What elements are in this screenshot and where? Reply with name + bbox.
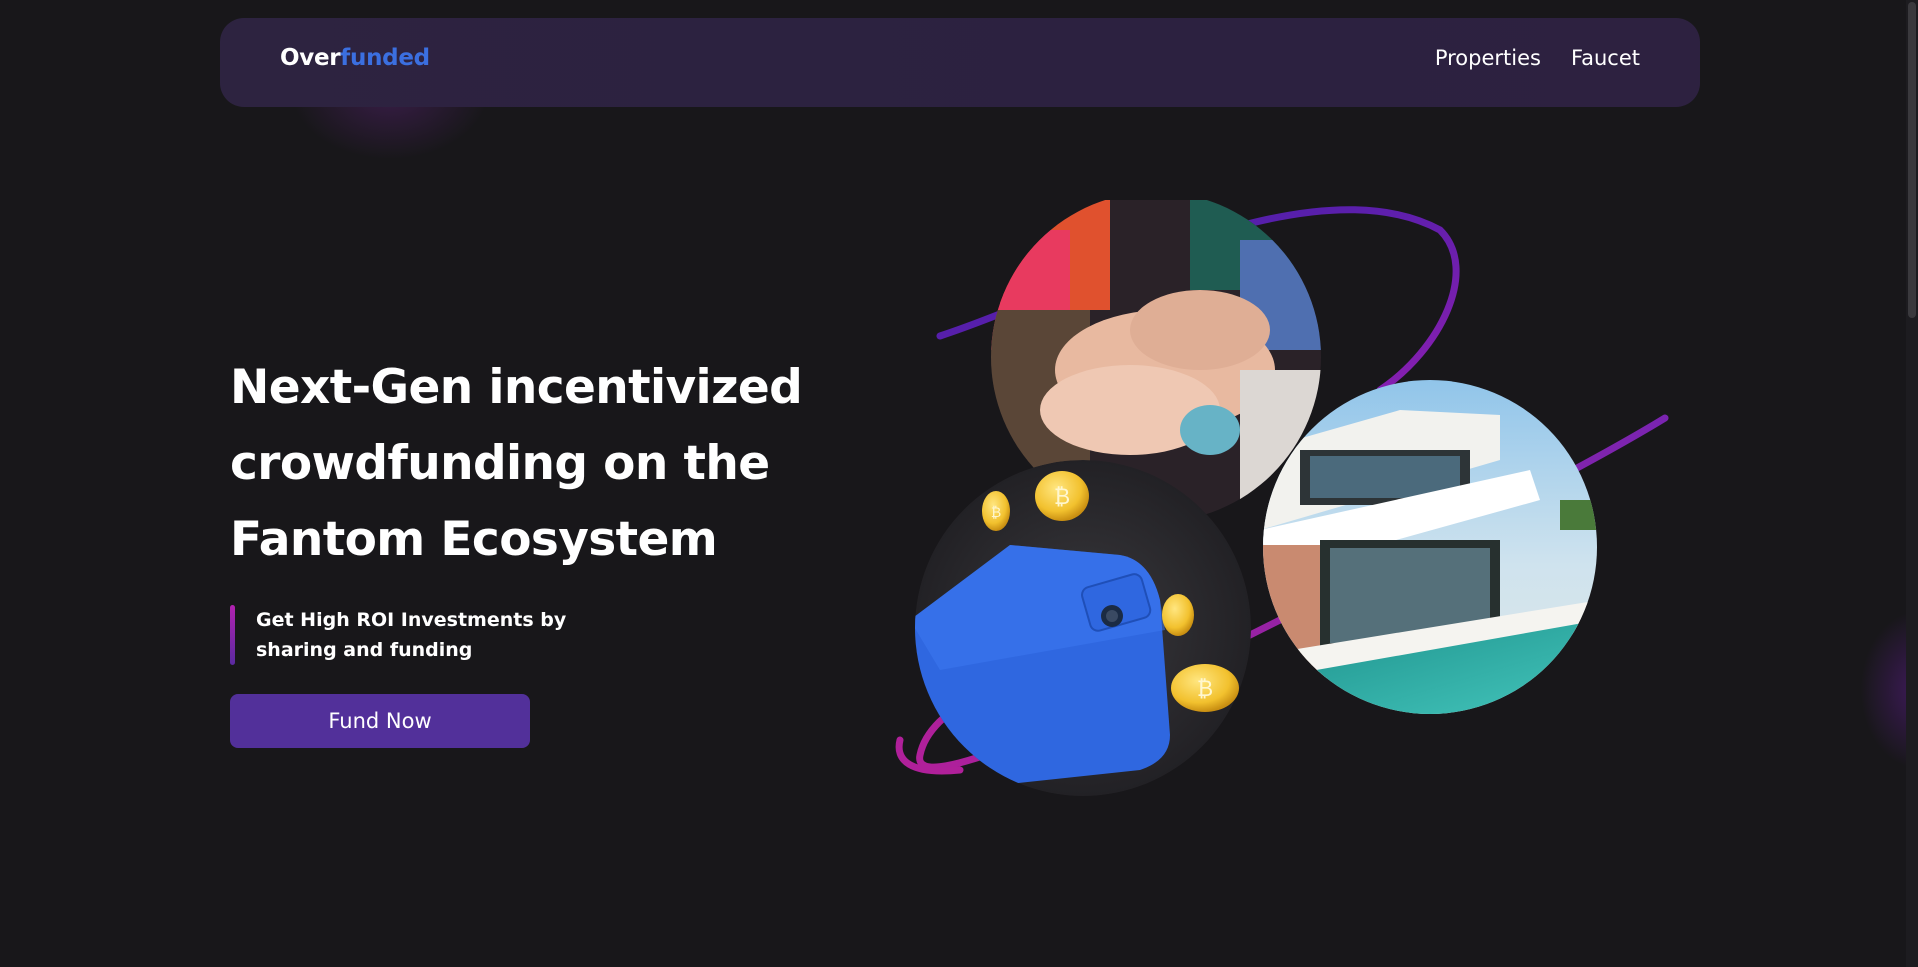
coin-icon [1162,594,1194,636]
hero-subtitle: Get High ROI Investments by sharing and … [256,609,567,661]
logo-text-funded: funded [340,45,430,71]
coin-icon: ₿ [1035,471,1089,521]
accent-bar [230,605,235,665]
nav-links: Properties Faucet [1435,48,1640,69]
hero-subtitle-block: Get High ROI Investments by sharing and … [230,605,650,665]
nav-link-properties[interactable]: Properties [1435,48,1541,69]
coin-icon: ₿ [982,491,1010,531]
modern-house-image [1263,380,1597,714]
scrollbar-thumb[interactable] [1908,2,1916,318]
svg-text:₿: ₿ [1054,485,1070,510]
svg-text:₿: ₿ [991,505,1001,521]
svg-text:₿: ₿ [1197,677,1213,702]
nav-link-faucet[interactable]: Faucet [1571,48,1640,69]
fund-now-button[interactable]: Fund Now [230,694,530,748]
coin-icon: ₿ [1171,664,1239,712]
logo[interactable]: Overfunded [280,47,430,70]
page: Overfunded Properties Faucet Next-Gen in… [0,0,1918,967]
hero-title: Next-Gen incentivized crowdfunding on th… [230,360,803,567]
navbar: Overfunded Properties Faucet [220,18,1700,107]
logo-text-over: Over [280,45,341,71]
scrollbar[interactable] [1906,0,1918,967]
hero-illustration: ₿ ₿ ₿ [895,200,1669,796]
